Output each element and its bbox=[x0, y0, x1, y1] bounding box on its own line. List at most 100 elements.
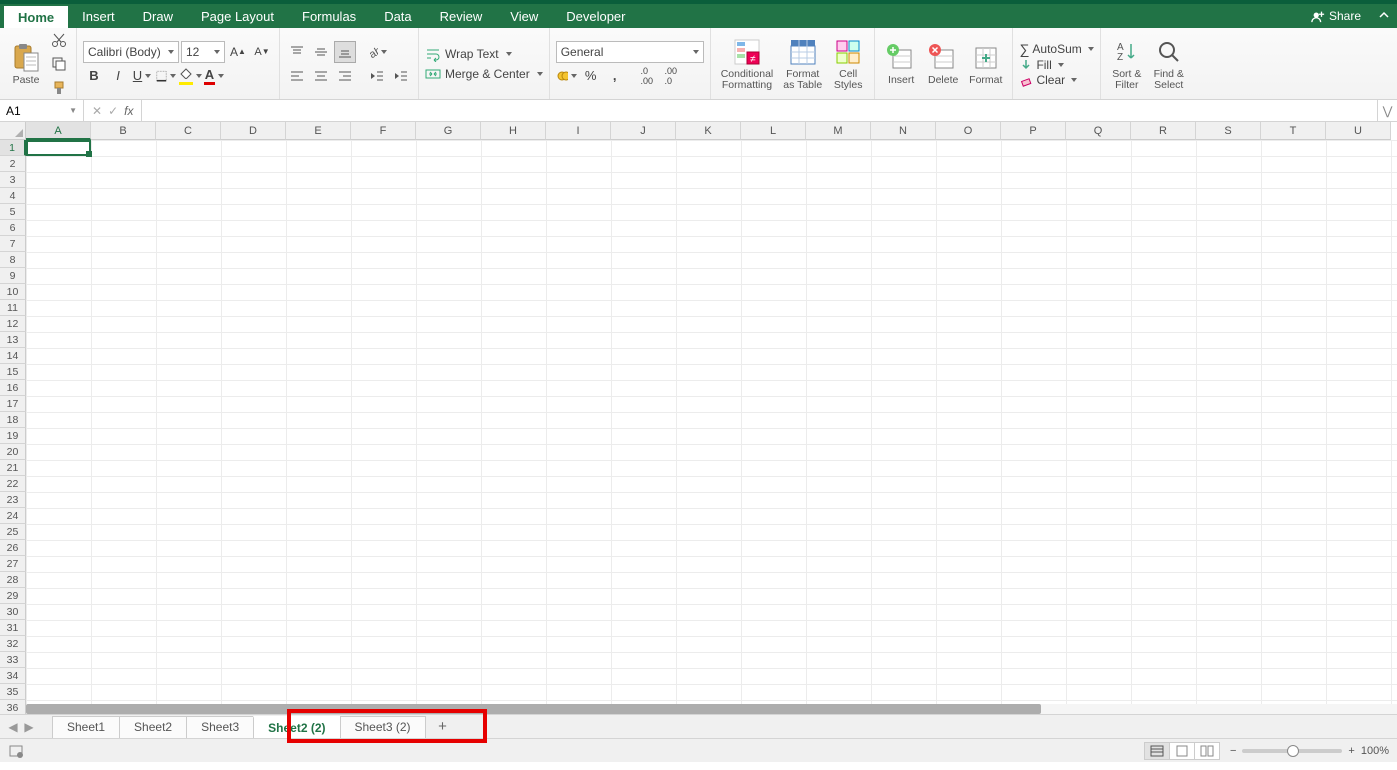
row-header-2[interactable]: 2 bbox=[0, 156, 26, 172]
align-bottom-button[interactable] bbox=[334, 41, 356, 63]
row-header-8[interactable]: 8 bbox=[0, 252, 26, 268]
row-header-4[interactable]: 4 bbox=[0, 188, 26, 204]
ribbon-tab-review[interactable]: Review bbox=[426, 4, 497, 28]
align-right-button[interactable] bbox=[334, 65, 356, 87]
font-size-select[interactable]: 12 bbox=[181, 41, 225, 63]
format-cells-button[interactable]: Format bbox=[965, 42, 1006, 86]
cut-button[interactable] bbox=[48, 29, 70, 51]
page-break-view-button[interactable] bbox=[1194, 742, 1220, 760]
italic-button[interactable]: I bbox=[107, 65, 129, 87]
column-header-T[interactable]: T bbox=[1261, 122, 1326, 140]
copy-button[interactable] bbox=[48, 53, 70, 75]
macro-record-button[interactable] bbox=[8, 743, 24, 759]
name-box[interactable]: A1▼ bbox=[0, 100, 84, 121]
increase-indent-button[interactable] bbox=[390, 65, 412, 87]
row-header-33[interactable]: 33 bbox=[0, 652, 26, 668]
sheet-tab-sheet3-2-[interactable]: Sheet3 (2) bbox=[340, 716, 426, 738]
horizontal-scrollbar[interactable] bbox=[26, 704, 1397, 714]
font-color-button[interactable]: A bbox=[203, 65, 225, 87]
sheet-tab-sheet1[interactable]: Sheet1 bbox=[52, 716, 120, 738]
column-header-D[interactable]: D bbox=[221, 122, 286, 140]
row-header-7[interactable]: 7 bbox=[0, 236, 26, 252]
column-header-L[interactable]: L bbox=[741, 122, 806, 140]
column-header-O[interactable]: O bbox=[936, 122, 1001, 140]
zoom-slider[interactable] bbox=[1242, 749, 1342, 753]
cancel-formula-button[interactable]: ✕ bbox=[92, 104, 102, 118]
row-header-31[interactable]: 31 bbox=[0, 620, 26, 636]
row-header-1[interactable]: 1 bbox=[0, 140, 26, 156]
row-header-5[interactable]: 5 bbox=[0, 204, 26, 220]
row-header-30[interactable]: 30 bbox=[0, 604, 26, 620]
expand-formula-bar-button[interactable]: ⋁ bbox=[1377, 100, 1397, 121]
row-header-18[interactable]: 18 bbox=[0, 412, 26, 428]
column-header-U[interactable]: U bbox=[1326, 122, 1391, 140]
merge-center-button[interactable]: Merge & Center bbox=[425, 66, 543, 82]
bold-button[interactable]: B bbox=[83, 65, 105, 87]
row-header-11[interactable]: 11 bbox=[0, 300, 26, 316]
align-middle-button[interactable] bbox=[310, 41, 332, 63]
row-header-13[interactable]: 13 bbox=[0, 332, 26, 348]
ribbon-tab-home[interactable]: Home bbox=[4, 4, 68, 28]
row-header-6[interactable]: 6 bbox=[0, 220, 26, 236]
decrease-decimal-button[interactable]: .00.0 bbox=[660, 65, 682, 87]
row-header-14[interactable]: 14 bbox=[0, 348, 26, 364]
row-header-23[interactable]: 23 bbox=[0, 492, 26, 508]
column-header-R[interactable]: R bbox=[1131, 122, 1196, 140]
column-header-M[interactable]: M bbox=[806, 122, 871, 140]
ribbon-tab-formulas[interactable]: Formulas bbox=[288, 4, 370, 28]
row-header-15[interactable]: 15 bbox=[0, 364, 26, 380]
row-header-17[interactable]: 17 bbox=[0, 396, 26, 412]
percent-format-button[interactable]: % bbox=[580, 65, 602, 87]
cell-styles-button[interactable]: Cell Styles bbox=[828, 36, 868, 91]
fill-color-button[interactable] bbox=[179, 65, 201, 87]
decrease-indent-button[interactable] bbox=[366, 65, 388, 87]
column-header-E[interactable]: E bbox=[286, 122, 351, 140]
row-header-21[interactable]: 21 bbox=[0, 460, 26, 476]
row-header-28[interactable]: 28 bbox=[0, 572, 26, 588]
delete-cells-button[interactable]: Delete bbox=[923, 42, 963, 86]
row-header-34[interactable]: 34 bbox=[0, 668, 26, 684]
increase-font-button[interactable]: A▲ bbox=[227, 41, 249, 63]
row-header-9[interactable]: 9 bbox=[0, 268, 26, 284]
cells-area[interactable] bbox=[26, 140, 1397, 714]
find-select-button[interactable]: Find & Select bbox=[1149, 36, 1189, 91]
zoom-out-button[interactable]: − bbox=[1230, 745, 1236, 757]
row-header-20[interactable]: 20 bbox=[0, 444, 26, 460]
row-header-3[interactable]: 3 bbox=[0, 172, 26, 188]
column-header-S[interactable]: S bbox=[1196, 122, 1261, 140]
enter-formula-button[interactable]: ✓ bbox=[108, 104, 118, 118]
column-header-A[interactable]: A bbox=[26, 122, 91, 140]
zoom-level[interactable]: 100% bbox=[1361, 745, 1389, 757]
paste-button[interactable]: Paste bbox=[6, 42, 46, 86]
row-header-19[interactable]: 19 bbox=[0, 428, 26, 444]
ribbon-tab-developer[interactable]: Developer bbox=[552, 4, 639, 28]
sheet-tab-sheet2[interactable]: Sheet2 bbox=[119, 716, 187, 738]
collapse-ribbon-button[interactable] bbox=[1371, 4, 1397, 28]
select-all-corner[interactable] bbox=[0, 122, 26, 140]
accounting-format-button[interactable] bbox=[556, 65, 578, 87]
increase-decimal-button[interactable]: .0.00 bbox=[636, 65, 658, 87]
underline-button[interactable]: U bbox=[131, 65, 153, 87]
ribbon-tab-draw[interactable]: Draw bbox=[129, 4, 187, 28]
row-header-25[interactable]: 25 bbox=[0, 524, 26, 540]
page-layout-view-button[interactable] bbox=[1169, 742, 1195, 760]
column-header-Q[interactable]: Q bbox=[1066, 122, 1131, 140]
sort-filter-button[interactable]: AZ Sort & Filter bbox=[1107, 36, 1147, 91]
decrease-font-button[interactable]: A▼ bbox=[251, 41, 273, 63]
column-header-J[interactable]: J bbox=[611, 122, 676, 140]
row-header-35[interactable]: 35 bbox=[0, 684, 26, 700]
sheet-nav-next[interactable]: ▶ bbox=[22, 718, 36, 736]
align-center-button[interactable] bbox=[310, 65, 332, 87]
share-button[interactable]: Share bbox=[1301, 4, 1371, 28]
align-top-button[interactable] bbox=[286, 41, 308, 63]
zoom-in-button[interactable]: + bbox=[1348, 745, 1354, 757]
column-header-F[interactable]: F bbox=[351, 122, 416, 140]
row-header-24[interactable]: 24 bbox=[0, 508, 26, 524]
wrap-text-button[interactable]: Wrap Text bbox=[425, 46, 543, 62]
autosum-button[interactable]: ∑AutoSum bbox=[1019, 41, 1093, 57]
orientation-button[interactable]: ab bbox=[366, 41, 388, 63]
column-header-G[interactable]: G bbox=[416, 122, 481, 140]
column-header-H[interactable]: H bbox=[481, 122, 546, 140]
add-sheet-button[interactable]: + bbox=[433, 718, 453, 735]
font-name-select[interactable]: Calibri (Body) bbox=[83, 41, 179, 63]
